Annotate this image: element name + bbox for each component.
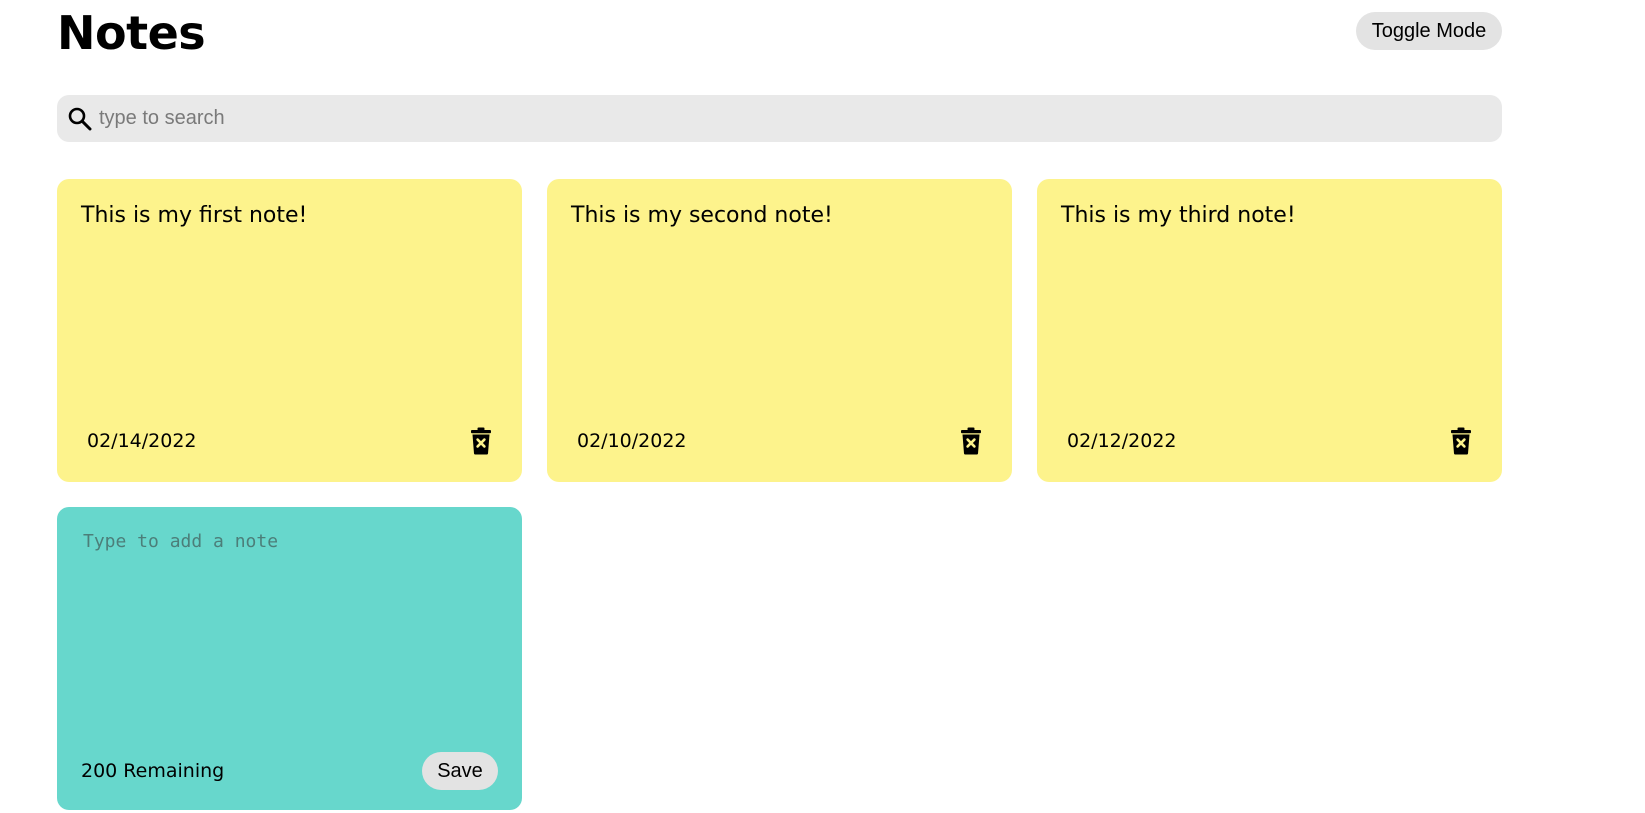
save-button[interactable]: Save <box>422 752 498 790</box>
note-text: This is my second note! <box>571 203 833 228</box>
note-text: This is my first note! <box>81 203 308 228</box>
note-card: This is my first note! 02/14/2022 <box>57 179 522 482</box>
page-title: Notes <box>57 6 206 60</box>
new-note-footer: 200 Remaining Save <box>81 752 498 790</box>
note-footer: 02/14/2022 <box>81 426 498 456</box>
delete-icon[interactable] <box>1450 427 1472 455</box>
note-text: This is my third note! <box>1061 203 1296 228</box>
delete-icon[interactable] <box>470 427 492 455</box>
header: Notes Toggle Mode <box>57 0 1502 68</box>
search-icon <box>67 106 93 132</box>
notes-list: This is my first note! 02/14/2022 This i… <box>57 179 1502 810</box>
note-card: This is my second note! 02/10/2022 <box>547 179 1012 482</box>
search-bar <box>57 95 1502 142</box>
note-footer: 02/12/2022 <box>1061 426 1478 456</box>
notes-app: Notes Toggle Mode This is my first note!… <box>57 0 1502 810</box>
delete-icon[interactable] <box>960 427 982 455</box>
note-card: This is my third note! 02/12/2022 <box>1037 179 1502 482</box>
note-date: 02/10/2022 <box>577 430 687 452</box>
note-footer: 02/10/2022 <box>571 426 988 456</box>
remaining-count: 200 Remaining <box>81 760 225 782</box>
new-note-card: 200 Remaining Save <box>57 507 522 810</box>
new-note-textarea[interactable] <box>81 529 498 719</box>
toggle-mode-button[interactable]: Toggle Mode <box>1356 12 1502 50</box>
note-date: 02/14/2022 <box>87 430 197 452</box>
search-input[interactable] <box>99 95 1502 142</box>
note-date: 02/12/2022 <box>1067 430 1177 452</box>
